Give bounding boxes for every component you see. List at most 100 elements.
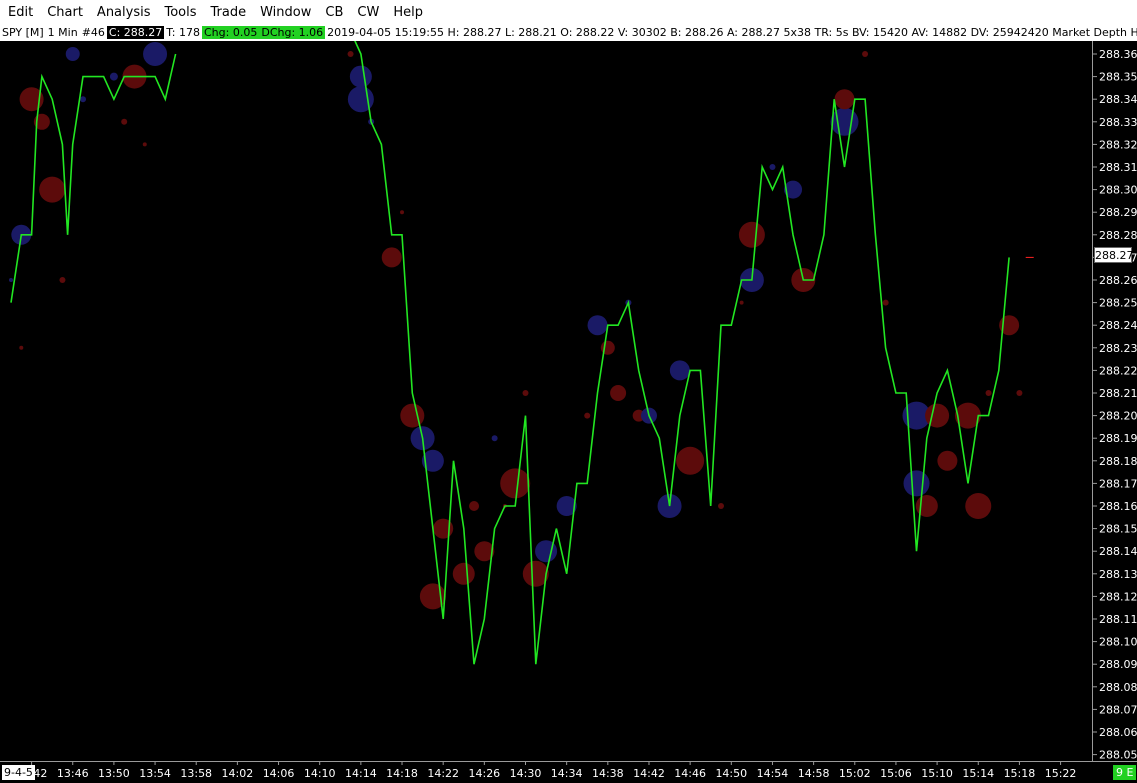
- ask-depth-bubble: [381, 247, 402, 268]
- price-axis[interactable]: 288.36 288.35 288.34 288.33 288.32 288.31 288.…: [1092, 41, 1137, 761]
- bid-depth-bubble: [587, 315, 608, 336]
- ask-depth-bubble: [469, 501, 480, 511]
- price-chart-plot[interactable]: [0, 41, 1092, 761]
- market-depth-bubbles: [9, 42, 1023, 610]
- time-tick-label: 15:22: [1045, 767, 1077, 780]
- menu-trade[interactable]: Trade: [204, 0, 254, 25]
- time-tick-label: 14:38: [592, 767, 624, 780]
- price-tick-label: 288.05: [1099, 749, 1137, 761]
- ask-depth-bubble: [965, 493, 992, 519]
- corner-tag[interactable]: 9 E: [1113, 765, 1137, 780]
- date-tag: 9-4-5: [2, 765, 35, 780]
- bid-depth-bubble: [109, 72, 118, 81]
- price-tick-label: 288.24: [1099, 319, 1137, 332]
- time-tick-label: 15:06: [880, 767, 912, 780]
- menu-help[interactable]: Help: [386, 0, 430, 25]
- ask-depth-bubble: [142, 142, 147, 147]
- time-tick-label: 14:10: [304, 767, 336, 780]
- price-tick-label: 288.13: [1099, 568, 1137, 581]
- bid-depth-bubble: [491, 435, 498, 442]
- menu-tools[interactable]: Tools: [157, 0, 203, 25]
- price-tick-label: 288.10: [1099, 636, 1137, 649]
- time-tick-label: 14:54: [757, 767, 789, 780]
- price-tick-label: 288.32: [1099, 138, 1137, 151]
- price-tick-label: 288.35: [1099, 71, 1137, 84]
- price-tick-label: 288.31: [1099, 161, 1137, 174]
- price-tick-label: 288.17: [1099, 477, 1137, 490]
- menu-cw[interactable]: CW: [350, 0, 386, 25]
- time-tick-label: 13:58: [180, 767, 212, 780]
- time-tick-label: 14:30: [510, 767, 542, 780]
- price-tick-label: 288.22: [1099, 364, 1137, 377]
- menu-edit[interactable]: Edit: [0, 0, 40, 25]
- chart-info-bar: SPY [M] 1 Min #46 C: 288.27 T: 178 Chg: 0.05 D…: [0, 25, 1137, 41]
- bid-depth-bubble: [769, 164, 776, 170]
- price-tick-label: 288.14: [1099, 545, 1137, 558]
- price-tick-label: 288.15: [1099, 523, 1137, 536]
- ask-depth-bubble: [500, 468, 531, 499]
- price-tick-label: 288.36: [1099, 48, 1137, 61]
- price-tick-label: 288.09: [1099, 658, 1137, 671]
- ask-depth-bubble: [925, 403, 950, 428]
- time-tick-label: 14:58: [798, 767, 830, 780]
- menu-cb[interactable]: CB: [318, 0, 350, 25]
- price-tick-label: 288.30: [1099, 184, 1137, 197]
- ask-depth-bubble: [59, 277, 66, 283]
- ask-depth-bubble: [610, 385, 627, 401]
- menu-analysis[interactable]: Analysis: [90, 0, 158, 25]
- ask-depth-bubble: [19, 345, 24, 350]
- ask-depth-bubble: [676, 446, 705, 475]
- ask-depth-bubble: [862, 51, 869, 57]
- price-tick-label: 288.06: [1099, 726, 1137, 739]
- bar-details: 2019-04-05 15:19:55 H: 288.27 L: 288.21 …: [327, 26, 1137, 39]
- bid-depth-bubble: [903, 470, 930, 497]
- ask-depth-bubble: [1016, 390, 1023, 396]
- price-tick-label: 288.29: [1099, 206, 1137, 219]
- ask-depth-bubble: [347, 51, 354, 57]
- ask-depth-bubble: [915, 495, 938, 517]
- time-tick-label: 14:26: [468, 767, 500, 780]
- ask-depth-bubble: [985, 390, 992, 396]
- bid-depth-bubble: [347, 86, 374, 113]
- ask-depth-bubble: [834, 89, 855, 110]
- time-tick-label: 15:02: [839, 767, 871, 780]
- current-price-label: 288.27: [1094, 247, 1134, 263]
- ask-depth-bubble: [937, 450, 958, 471]
- ask-depth-bubble: [739, 300, 744, 305]
- time-tick-label: 15:14: [962, 767, 994, 780]
- price-tick-label: 288.28: [1099, 229, 1137, 242]
- interval-label[interactable]: 1 Min: [46, 26, 80, 39]
- time-tick-label: 14:18: [386, 767, 418, 780]
- ask-depth-bubble: [522, 390, 529, 396]
- bid-depth-bubble: [143, 42, 168, 66]
- bid-depth-bubble: [9, 278, 13, 282]
- menu-chart[interactable]: Chart: [40, 0, 90, 25]
- time-tick-label: 13:54: [139, 767, 171, 780]
- bid-depth-bubble: [349, 65, 372, 88]
- symbol-label[interactable]: SPY [M]: [0, 26, 46, 39]
- ask-depth-bubble: [718, 503, 725, 509]
- close-value: C: 288.27: [106, 26, 165, 39]
- time-tick-label: 15:10: [921, 767, 953, 780]
- time-axis[interactable]: 13:4213:4613:5013:5413:5814:0214:0614:10…: [0, 761, 1137, 783]
- change-value: Chg: 0.05: [202, 26, 260, 39]
- price-tick-label: 288.33: [1099, 116, 1137, 129]
- menu-window[interactable]: Window: [253, 0, 318, 25]
- time-tick-label: 14:42: [633, 767, 665, 780]
- bid-depth-bubble: [669, 360, 690, 381]
- bid-depth-bubble: [65, 47, 80, 61]
- ask-depth-bubble: [882, 299, 889, 306]
- price-tick-label: 288.19: [1099, 432, 1137, 445]
- price-tick-label: 288.16: [1099, 500, 1137, 513]
- ask-depth-bubble: [452, 562, 475, 585]
- time-tick-label: 13:46: [57, 767, 89, 780]
- price-tick-label: 288.20: [1099, 410, 1137, 423]
- price-tick-label: 288.11: [1099, 613, 1137, 626]
- time-tick-label: 14:50: [715, 767, 747, 780]
- bid-depth-bubble: [80, 96, 87, 103]
- menu-bar: Edit Chart Analysis Tools Trade Window C…: [0, 0, 1137, 25]
- ask-depth-bubble: [584, 412, 591, 419]
- time-tick-label: 14:06: [263, 767, 295, 780]
- tick-count: T: 178: [166, 26, 200, 39]
- price-line-segment: [354, 41, 1010, 665]
